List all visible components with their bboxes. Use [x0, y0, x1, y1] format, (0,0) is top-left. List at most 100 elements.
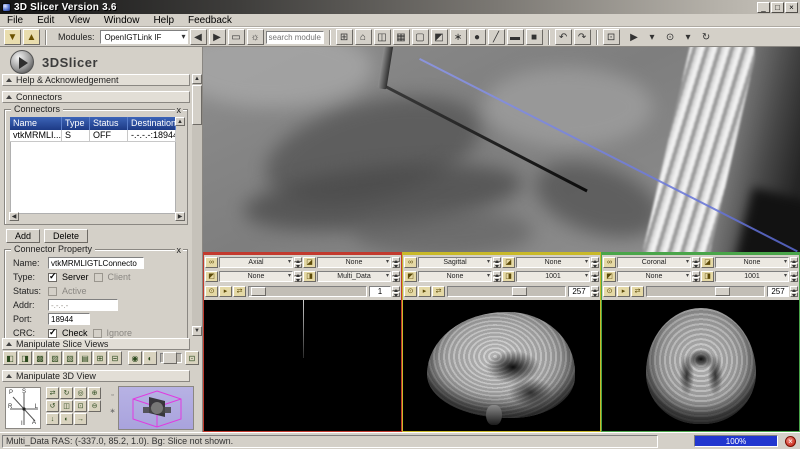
slice-visibility-icon[interactable]: ▩: [33, 351, 47, 365]
ignore-checkbox[interactable]: [93, 329, 102, 338]
labelmap-spinner[interactable]: [692, 271, 700, 282]
add-button[interactable]: Add: [6, 229, 40, 243]
labelmap-selector[interactable]: None: [617, 271, 691, 282]
rotate-view-icon[interactable]: ↺: [46, 400, 59, 412]
slice-offset-value[interactable]: 257: [767, 286, 789, 297]
ortho-view-icon[interactable]: ◐: [60, 413, 73, 425]
view3d-preview[interactable]: [118, 386, 194, 430]
place-fiducial-icon[interactable]: ⊙: [662, 29, 679, 45]
connector-property-close-icon[interactable]: x: [175, 245, 184, 255]
menu-item-view[interactable]: View: [61, 15, 97, 26]
slice-offset-spinner[interactable]: [392, 286, 400, 297]
connectors-section-header[interactable]: Connectors: [2, 91, 190, 103]
link-icon[interactable]: ∞: [205, 257, 218, 268]
expand-icon[interactable]: ▸: [219, 286, 232, 297]
background-selector[interactable]: 1001: [516, 271, 590, 282]
background-icon[interactable]: ◨: [502, 271, 515, 282]
client-checkbox[interactable]: [94, 273, 103, 282]
maximize-icon[interactable]: □: [771, 2, 784, 13]
mouse-transform-icon[interactable]: ▶: [626, 29, 643, 45]
slice-viewport[interactable]: [403, 300, 600, 431]
help-acknowledgement-header[interactable]: Help & Acknowledgement: [2, 74, 190, 86]
close-icon[interactable]: ×: [785, 2, 798, 13]
visibility-icon[interactable]: ⊙: [603, 286, 616, 297]
foreground-spinner[interactable]: [790, 257, 798, 268]
manipulate-3d-view-header[interactable]: Manipulate 3D View: [2, 370, 190, 382]
redo-icon[interactable]: ↷: [574, 29, 591, 45]
labelmap-selector[interactable]: None: [418, 271, 492, 282]
layout-dual3d-icon[interactable]: ◫: [374, 29, 391, 45]
module-config-icon[interactable]: ☼: [247, 29, 264, 45]
slider-handle[interactable]: [163, 352, 177, 364]
server-checkbox[interactable]: [48, 273, 57, 282]
fit-icon[interactable]: ⇄: [432, 286, 445, 297]
layout-fourup-icon[interactable]: ⊞: [336, 29, 353, 45]
panel-scrollbar[interactable]: ▲ ▼: [192, 74, 202, 336]
capture-view-icon[interactable]: ⊡: [74, 400, 87, 412]
menu-item-file[interactable]: File: [0, 15, 30, 26]
menu-item-edit[interactable]: Edit: [30, 15, 61, 26]
background-spinner[interactable]: [392, 271, 400, 282]
slice-opacity-slider[interactable]: [160, 353, 182, 363]
scene-snapshot-icon[interactable]: ◩: [431, 29, 448, 45]
ruler-icon[interactable]: ╱: [488, 29, 505, 45]
labelmap-selector[interactable]: None: [219, 271, 293, 282]
slice-rock-icon[interactable]: ◐: [143, 351, 157, 365]
fly-view-icon[interactable]: →: [74, 413, 87, 425]
module-history-icon[interactable]: ▭: [228, 29, 245, 45]
background-icon[interactable]: ◨: [701, 271, 714, 282]
connectors-table-header[interactable]: Name Type Status Destination: [10, 117, 176, 130]
connectors-list-body[interactable]: [10, 142, 176, 214]
foreground-icon[interactable]: ◪: [701, 257, 714, 268]
foreground-selector[interactable]: None: [317, 257, 391, 268]
foreground-spinner[interactable]: [392, 257, 400, 268]
col-destination[interactable]: Destination: [128, 117, 176, 130]
menu-item-feedback[interactable]: Feedback: [181, 15, 239, 26]
orientation-spinner[interactable]: [294, 257, 302, 268]
slice-grid-icon[interactable]: ⊟: [108, 351, 122, 365]
foreground-spinner[interactable]: [591, 257, 599, 268]
slice-offset-value[interactable]: 257: [568, 286, 590, 297]
slice-annotation-icon[interactable]: ▤: [78, 351, 92, 365]
view-3d[interactable]: [203, 47, 800, 252]
place-fiducial-dropdown-icon[interactable]: ▾: [680, 29, 697, 45]
previous-module-icon[interactable]: ◀: [190, 29, 207, 45]
mouse-transform-dropdown-icon[interactable]: ▾: [644, 29, 661, 45]
background-selector[interactable]: Multi_Data: [317, 271, 391, 282]
slice-offset-spinner[interactable]: [591, 286, 599, 297]
visibility-icon[interactable]: ⊙: [404, 286, 417, 297]
module-selector[interactable]: OpenIGTLink IF: [100, 30, 188, 44]
expand-icon[interactable]: ▸: [418, 286, 431, 297]
lightbox-icon[interactable]: ▬: [507, 29, 524, 45]
labelmap-spinner[interactable]: [493, 271, 501, 282]
scroll-up-icon[interactable]: ▲: [192, 74, 202, 84]
background-spinner[interactable]: [591, 271, 599, 282]
slice-offset-slider[interactable]: [646, 286, 765, 297]
foreground-icon[interactable]: ◪: [502, 257, 515, 268]
menu-item-window[interactable]: Window: [97, 15, 147, 26]
save-scene-icon[interactable]: ▲: [23, 29, 40, 45]
link-icon[interactable]: ∞: [404, 257, 417, 268]
foreground-selector[interactable]: None: [516, 257, 590, 268]
minimize-icon[interactable]: _: [757, 2, 770, 13]
search-input[interactable]: [266, 31, 324, 44]
cancel-icon[interactable]: ×: [785, 436, 796, 447]
layout-3d-only-icon[interactable]: ▢: [412, 29, 429, 45]
slice-screenshot-icon[interactable]: ⊡: [185, 351, 199, 365]
slice-link-icon[interactable]: ◨: [18, 351, 32, 365]
spin-view-icon[interactable]: ↻: [60, 387, 73, 399]
label-icon[interactable]: ◩: [404, 271, 417, 282]
orientation-spinner[interactable]: [493, 257, 501, 268]
scrollbar-thumb[interactable]: [192, 85, 202, 125]
col-name[interactable]: Name: [10, 117, 62, 130]
manipulate-slice-views-header[interactable]: Manipulate Slice Views: [2, 338, 190, 350]
fit-icon[interactable]: ⇄: [631, 286, 644, 297]
fullscreen-icon[interactable]: ■: [526, 29, 543, 45]
visibility-icon[interactable]: ⊙: [205, 286, 218, 297]
slider-handle[interactable]: [251, 287, 266, 296]
connectors-close-icon[interactable]: x: [175, 105, 184, 115]
layout-conventional-icon[interactable]: ⌂: [355, 29, 372, 45]
stereo-view-icon[interactable]: ◫: [60, 400, 73, 412]
next-module-icon[interactable]: ▶: [209, 29, 226, 45]
port-field[interactable]: [48, 313, 90, 325]
